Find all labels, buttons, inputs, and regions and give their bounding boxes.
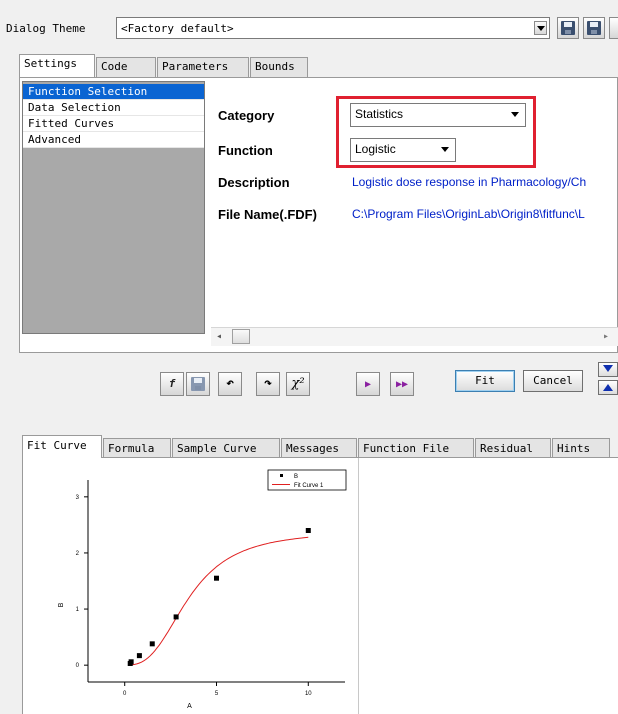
tree-item-data-selection[interactable]: Data Selection bbox=[23, 100, 204, 116]
theme-menu-button[interactable] bbox=[609, 17, 618, 39]
tab-formula[interactable]: Formula bbox=[103, 438, 171, 458]
fx-icon: f bbox=[168, 377, 176, 390]
tree-item-advanced[interactable]: Advanced bbox=[23, 132, 204, 148]
y-tick-label: 2 bbox=[76, 551, 80, 557]
tab-code[interactable]: Code bbox=[96, 57, 156, 77]
collapse-up-button[interactable] bbox=[598, 362, 618, 377]
undo-icon: ↶ bbox=[226, 376, 234, 391]
save-as-icon bbox=[587, 21, 601, 35]
chevron-down-icon bbox=[603, 365, 613, 372]
scroll-left-icon[interactable]: ◂ bbox=[216, 331, 222, 342]
scroll-right-icon[interactable]: ▸ bbox=[603, 331, 609, 342]
tab-parameters[interactable]: Parameters bbox=[157, 57, 249, 77]
panel-divider bbox=[358, 458, 359, 714]
x-tick-label: 5 bbox=[215, 691, 219, 697]
tab-fit-curve[interactable]: Fit Curve bbox=[22, 435, 102, 458]
dialog-theme-combo[interactable]: <Factory default> bbox=[116, 17, 550, 39]
fit-curve-chart: 0 5 10 0 1 2 3 A B B Fit Curve 1 bbox=[58, 469, 347, 710]
function-label: Function bbox=[218, 143, 273, 158]
data-point bbox=[149, 641, 155, 647]
tab-messages[interactable]: Messages bbox=[281, 438, 357, 458]
fast-forward-icon: ▶▶ bbox=[395, 379, 409, 390]
data-point bbox=[305, 528, 311, 533]
x-tick-label: 0 bbox=[123, 691, 127, 697]
tree-item-fitted-curves[interactable]: Fitted Curves bbox=[23, 116, 204, 132]
y-axis-label: B bbox=[58, 602, 65, 607]
function-organizer-button[interactable]: f bbox=[160, 372, 184, 396]
expand-button[interactable] bbox=[598, 380, 618, 395]
tab-sample-curve[interactable]: Sample Curve bbox=[172, 438, 280, 458]
chart-legend: B Fit Curve 1 bbox=[267, 469, 347, 491]
y-tick-label: 0 bbox=[76, 663, 80, 669]
redo-icon: ↷ bbox=[264, 376, 272, 391]
chart-marks bbox=[127, 528, 311, 666]
file-name-value[interactable]: C:\Program Files\OriginLab\Origin8\fitfu… bbox=[352, 207, 618, 221]
chi-square-label: χ² bbox=[291, 376, 305, 391]
one-iteration-button[interactable]: χ² bbox=[286, 372, 310, 396]
settings-tree[interactable]: Function Selection Data Selection Fitted… bbox=[22, 81, 205, 334]
tree-item-function-selection[interactable]: Function Selection bbox=[23, 84, 204, 100]
init-parameters-button[interactable]: ↶ bbox=[218, 372, 242, 396]
fit-button[interactable]: Fit bbox=[455, 370, 515, 392]
tab-bounds[interactable]: Bounds bbox=[250, 57, 308, 77]
highlight-annotation-box bbox=[336, 96, 536, 168]
y-tick-label: 3 bbox=[76, 495, 80, 501]
chart-axes: 0 5 10 0 1 2 3 A B bbox=[58, 480, 345, 710]
category-label: Category bbox=[218, 108, 275, 123]
x-axis-label: A bbox=[187, 703, 192, 710]
data-point bbox=[173, 614, 179, 620]
save-icon bbox=[191, 377, 205, 391]
dialog-theme-label: Dialog Theme bbox=[6, 22, 86, 35]
step-icon: ▶ bbox=[364, 379, 372, 390]
tab-settings[interactable]: Settings bbox=[19, 54, 95, 77]
chevron-up-icon bbox=[603, 384, 613, 391]
legend-marker-b bbox=[280, 474, 283, 477]
legend-label-b: B bbox=[294, 474, 298, 480]
tab-hints[interactable]: Hints bbox=[552, 438, 610, 458]
data-point bbox=[128, 659, 134, 665]
fit-until-converged-button[interactable]: ▶ bbox=[356, 372, 380, 396]
save-as-theme-button[interactable] bbox=[583, 17, 605, 39]
data-point bbox=[214, 575, 219, 581]
tab-residual[interactable]: Residual bbox=[475, 438, 551, 458]
horizontal-scrollbar[interactable] bbox=[211, 327, 618, 346]
fit-curve-line bbox=[130, 536, 309, 666]
save-function-button[interactable] bbox=[186, 372, 210, 396]
reset-parameters-button[interactable]: ↷ bbox=[256, 372, 280, 396]
data-point bbox=[136, 653, 142, 659]
description-value: Logistic dose response in Pharmacology/C… bbox=[352, 175, 587, 189]
save-theme-button[interactable] bbox=[557, 17, 579, 39]
y-tick-label: 1 bbox=[76, 607, 80, 613]
cancel-button[interactable]: Cancel bbox=[523, 370, 583, 392]
chevron-down-icon[interactable] bbox=[534, 21, 547, 35]
description-label: Description bbox=[218, 175, 290, 190]
legend-label-fit: Fit Curve 1 bbox=[294, 483, 324, 489]
scrollbar-thumb[interactable] bbox=[232, 329, 250, 344]
dialog-theme-value: <Factory default> bbox=[121, 22, 234, 35]
file-name-label: File Name(.FDF) bbox=[218, 207, 317, 222]
tab-function-file[interactable]: Function File bbox=[358, 438, 474, 458]
fit-all-button[interactable]: ▶▶ bbox=[390, 372, 414, 396]
x-tick-label: 10 bbox=[305, 691, 312, 697]
save-icon bbox=[561, 21, 575, 35]
